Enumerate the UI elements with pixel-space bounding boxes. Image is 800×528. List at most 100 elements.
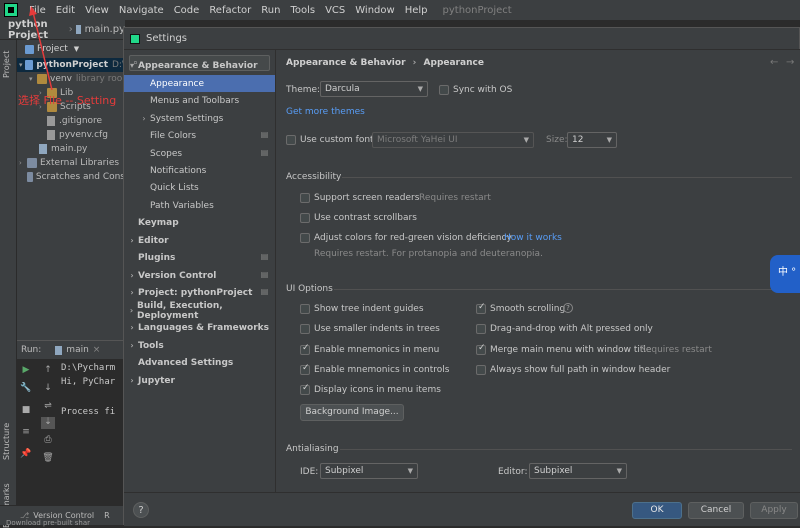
sidebar-item-appearance[interactable]: Appearance bbox=[124, 75, 275, 92]
menu-view[interactable]: View bbox=[80, 5, 114, 16]
screen-readers-checkbox[interactable] bbox=[300, 193, 310, 203]
sidebar-item-appearance-behavior[interactable]: ▾ Appearance & Behavior bbox=[124, 57, 275, 74]
smaller-indents-checkbox[interactable] bbox=[300, 324, 310, 334]
sidebar-item-file-colors[interactable]: File Colors ▤ bbox=[124, 127, 275, 144]
sidebar-item-scopes[interactable]: Scopes ▤ bbox=[124, 145, 275, 162]
menu-edit[interactable]: Edit bbox=[51, 5, 80, 16]
tree-item-label: main.py bbox=[51, 144, 88, 154]
tree-indent-checkbox[interactable] bbox=[300, 304, 310, 314]
background-image-button[interactable]: Background Image... bbox=[300, 404, 404, 421]
sidebar-item-project-pythonproject[interactable]: › Project: pythonProject ▤ bbox=[124, 284, 275, 301]
full-path-checkbox[interactable] bbox=[476, 365, 486, 375]
breadcrumb: python Project › main.py bbox=[0, 19, 125, 41]
menu-navigate[interactable]: Navigate bbox=[114, 5, 169, 16]
arrow-up-icon[interactable]: ↑ bbox=[41, 365, 55, 377]
rerun-icon[interactable]: ▶ bbox=[19, 365, 33, 377]
smooth-scrolling-checkbox[interactable] bbox=[476, 302, 486, 314]
breadcrumb-project[interactable]: python Project bbox=[8, 19, 66, 41]
font-size-value: 12 bbox=[572, 135, 584, 145]
run-tab-main[interactable]: main bbox=[66, 345, 89, 355]
ok-button[interactable]: OK bbox=[632, 502, 682, 519]
sidebar-item-path-variables[interactable]: Path Variables bbox=[124, 197, 275, 214]
get-more-themes-link[interactable]: Get more themes bbox=[286, 107, 365, 117]
menu-refactor[interactable]: Refactor bbox=[204, 5, 256, 16]
dialog-title-bar[interactable]: Settings bbox=[124, 28, 800, 50]
sidebar-item-keymap[interactable]: Keymap bbox=[124, 214, 275, 231]
project-view-label: Project bbox=[37, 44, 68, 54]
close-icon[interactable]: × bbox=[93, 345, 101, 355]
sidebar-item-label: System Settings bbox=[150, 113, 224, 124]
tree-item-gitignore[interactable]: .gitignore bbox=[17, 114, 125, 128]
pin-icon[interactable]: 📌 bbox=[19, 449, 33, 461]
drag-drop-checkbox[interactable] bbox=[476, 324, 486, 334]
stop-icon[interactable]: ■ bbox=[19, 405, 33, 417]
breadcrumb-file[interactable]: main.py bbox=[85, 24, 125, 35]
tool-tab-structure[interactable]: Structure bbox=[2, 423, 11, 460]
contrast-scrollbars-checkbox[interactable] bbox=[300, 213, 310, 223]
menu-help[interactable]: Help bbox=[400, 5, 433, 16]
font-size-select[interactable]: 12 ▼ bbox=[567, 132, 617, 148]
chevron-right-icon: › bbox=[130, 288, 134, 297]
menu-file[interactable]: File bbox=[24, 5, 51, 16]
tree-item-pyvenv[interactable]: pyvenv.cfg bbox=[17, 128, 125, 142]
sidebar-item-build-execution-deployment[interactable]: › Build, Execution, Deployment bbox=[124, 301, 275, 321]
sidebar-item-quick-lists[interactable]: Quick Lists bbox=[124, 179, 275, 196]
print-icon[interactable]: ⎙ bbox=[41, 435, 55, 447]
sidebar-item-label: Project: pythonProject bbox=[138, 287, 253, 298]
sidebar-item-notifications[interactable]: Notifications bbox=[124, 162, 275, 179]
tool-tab-project[interactable]: Project bbox=[2, 51, 11, 78]
how-it-works-link[interactable]: How it works bbox=[504, 233, 562, 243]
custom-font-checkbox[interactable] bbox=[286, 135, 296, 145]
sidebar-item-editor[interactable]: › Editor bbox=[124, 232, 275, 249]
wrench-icon[interactable]: 🔧 bbox=[19, 383, 33, 395]
cancel-button[interactable]: Cancel bbox=[688, 502, 744, 519]
tree-item-project-root[interactable]: ▾ pythonProject D:\ bbox=[17, 58, 125, 72]
mnemonics-menu-checkbox[interactable] bbox=[300, 343, 310, 355]
sidebar-item-menus-and-toolbars[interactable]: Menus and Toolbars bbox=[124, 92, 275, 109]
ide-antialiasing-select[interactable]: Subpixel ▼ bbox=[320, 463, 418, 479]
menu-code[interactable]: Code bbox=[169, 5, 205, 16]
menu-window[interactable]: Window bbox=[350, 5, 399, 16]
library-icon bbox=[27, 158, 37, 168]
icons-menu-checkbox[interactable] bbox=[300, 383, 310, 395]
help-button[interactable]: ? bbox=[133, 502, 149, 518]
sidebar-item-tools[interactable]: › Tools bbox=[124, 337, 275, 354]
menu-vcs[interactable]: VCS bbox=[320, 5, 350, 16]
forward-arrow-icon[interactable]: → bbox=[786, 57, 794, 68]
ime-toolbar[interactable]: 中 ° bbox=[770, 255, 800, 293]
sidebar-item-jupyter[interactable]: › Jupyter bbox=[124, 372, 275, 389]
font-select[interactable]: Microsoft YaHei UI ▼ bbox=[372, 132, 534, 148]
section-divider bbox=[334, 289, 792, 290]
layout-icon[interactable]: ≡ bbox=[19, 427, 33, 439]
sync-os-checkbox[interactable] bbox=[439, 85, 449, 95]
sidebar-item-system-settings[interactable]: › System Settings bbox=[124, 110, 275, 127]
mnemonics-controls-checkbox[interactable] bbox=[300, 363, 310, 375]
tree-item-main[interactable]: main.py bbox=[17, 142, 125, 156]
tree-item-venv[interactable]: ▾ venv library roo bbox=[17, 72, 125, 86]
ide-antialiasing-value: Subpixel bbox=[325, 466, 364, 476]
adjust-colors-checkbox[interactable] bbox=[300, 233, 310, 243]
sidebar-item-version-control[interactable]: › Version Control ▤ bbox=[124, 267, 275, 284]
help-icon[interactable]: ? bbox=[563, 303, 573, 313]
apply-button[interactable]: Apply bbox=[750, 502, 798, 519]
crumb-appearance-behavior[interactable]: Appearance & Behavior bbox=[286, 58, 406, 68]
project-panel-header[interactable]: Project ▼ bbox=[17, 40, 125, 58]
sidebar-item-label: Scopes bbox=[150, 148, 183, 159]
menu-run[interactable]: Run bbox=[256, 5, 285, 16]
editor-antialiasing-select[interactable]: Subpixel ▼ bbox=[529, 463, 627, 479]
scroll-to-end-icon[interactable]: ⇣ bbox=[41, 417, 55, 429]
sidebar-item-plugins[interactable]: Plugins ▤ bbox=[124, 249, 275, 266]
tree-item-scratches[interactable]: Scratches and Cons bbox=[17, 170, 125, 184]
sidebar-item-advanced-settings[interactable]: Advanced Settings bbox=[124, 354, 275, 371]
menu-tools[interactable]: Tools bbox=[285, 5, 320, 16]
trash-icon[interactable]: 🗑 bbox=[41, 453, 55, 465]
sidebar-item-languages-frameworks[interactable]: › Languages & Frameworks bbox=[124, 319, 275, 336]
soft-wrap-icon[interactable]: ⇌ bbox=[41, 401, 55, 413]
theme-select[interactable]: Darcula ▼ bbox=[320, 81, 428, 97]
merge-menu-checkbox[interactable] bbox=[476, 343, 486, 355]
accessibility-section-title: Accessibility bbox=[286, 172, 342, 182]
project-scope-icon: ▤ bbox=[260, 252, 269, 261]
tree-item-external-libraries[interactable]: › External Libraries bbox=[17, 156, 125, 170]
back-arrow-icon[interactable]: ← bbox=[770, 57, 778, 68]
arrow-down-icon[interactable]: ↓ bbox=[41, 383, 55, 395]
